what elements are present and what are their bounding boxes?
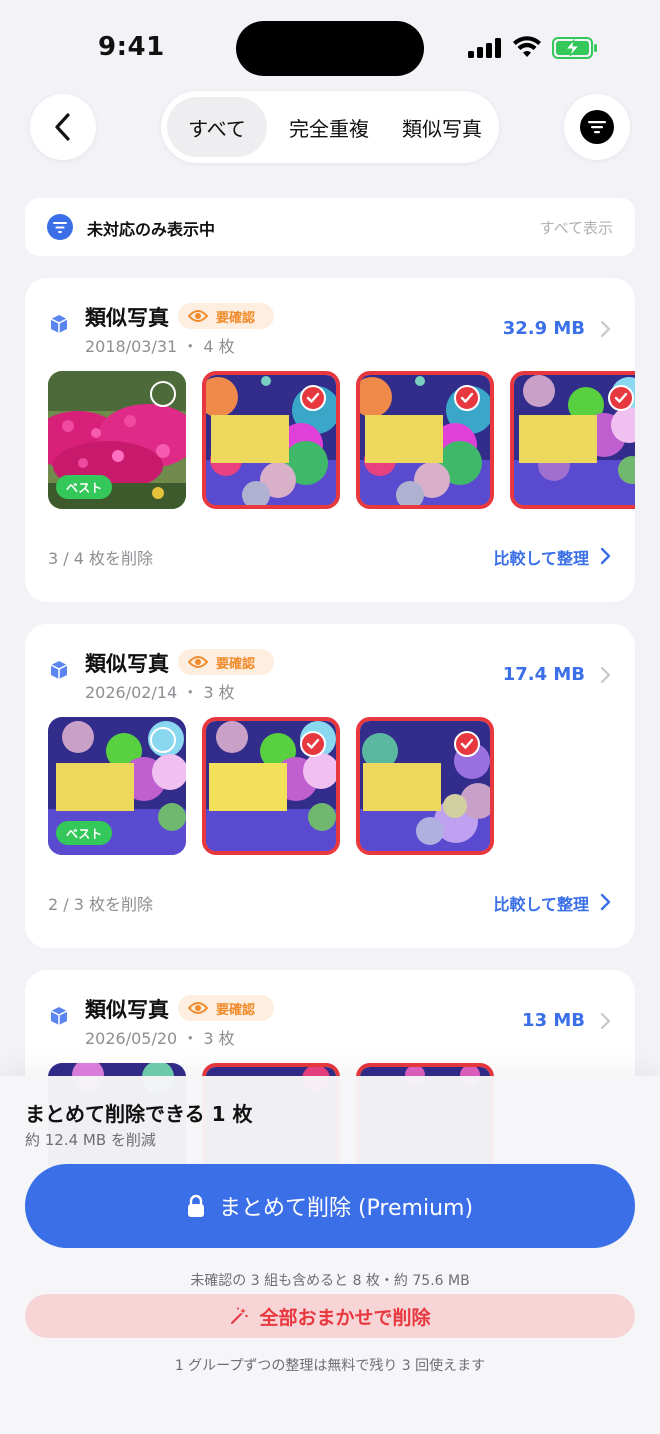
review-badge-label: 要確認 [216,310,256,326]
dynamic-island [236,21,424,76]
checkmark-icon[interactable] [300,731,326,757]
stack-icon [50,315,68,333]
checkmark-icon[interactable] [608,385,634,411]
photo-thumbnail[interactable] [356,717,494,855]
chevron-right-icon [600,320,611,338]
bulk-delete-sheet: まとめて削除できる 1 枚 約 12.4 MB を削減 まとめて削除 (Prem… [0,1076,660,1434]
review-badge: 要確認 [178,649,274,675]
stack-icon [50,1007,68,1025]
photo-thumbnail[interactable] [202,371,340,509]
group-size: 32.9 MB [502,318,585,339]
auto-delete-all-button[interactable]: 全部おまかせで削除 [25,1294,635,1338]
compare-organize-link[interactable]: 比較して整理 [493,545,589,569]
group-card[interactable]: 類似写真 要確認 2018/03/31 ・ 4 枚 32.9 MB ベスト 3 … [25,278,635,602]
bulk-delete-title: まとめて削除できる 1 枚 [25,1102,253,1126]
delete-summary: 3 / 4 枚を削除 [48,549,154,568]
review-badge: 要確認 [178,303,274,329]
photo-strip: ベスト [48,717,635,857]
unconfirmed-groups-note: 未確認の 3 組も含めると 8 枚・約 75.6 MB [190,1273,470,1289]
group-title: 類似写真 [85,652,169,676]
status-time: 9:41 [98,32,165,62]
battery-charging-icon [552,37,597,59]
bulk-delete-premium-label: まとめて削除 (Premium) [218,1196,474,1221]
review-badge-label: 要確認 [216,656,256,672]
photo-strip: ベスト [48,371,635,511]
eye-icon [188,310,208,322]
status-bar: 9:41 [0,0,660,90]
tab-all[interactable]: すべて [167,97,267,157]
group-date-count: 2018/03/31 ・ 4 枚 [85,337,235,356]
auto-delete-all-label: 全部おまかせで削除 [259,1306,431,1329]
best-badge: ベスト [56,821,113,845]
photo-thumbnail[interactable] [202,717,340,855]
filter-icon [580,110,614,144]
group-size: 13 MB [522,1010,585,1031]
group-date-count: 2026/05/20 ・ 3 枚 [85,1029,235,1048]
back-button[interactable] [30,94,96,160]
free-uses-remaining-note: 1 グループずつの整理は無料で残り 3 回使えます [174,1358,486,1374]
bulk-delete-premium-button[interactable]: まとめて削除 (Premium) [25,1164,635,1248]
photo-thumbnail[interactable] [510,371,635,509]
filter-lines-icon [47,214,73,240]
cellular-signal-icon [468,38,501,58]
photo-thumbnail[interactable]: ベスト [48,371,186,509]
chevron-right-icon [600,1012,611,1030]
bulk-delete-savings: 約 12.4 MB を削減 [25,1131,156,1149]
checkmark-icon[interactable] [454,731,480,757]
group-title: 類似写真 [85,306,169,330]
selection-circle-icon[interactable] [150,727,176,753]
chevron-right-icon [600,893,611,911]
group-card[interactable]: 類似写真 要確認 2026/02/14 ・ 3 枚 17.4 MB ベスト 2 … [25,624,635,948]
wifi-icon [513,36,541,57]
selection-circle-icon[interactable] [150,381,176,407]
filter-status-text: 未対応のみ表示中 [87,220,216,239]
delete-summary: 2 / 3 枚を削除 [48,895,154,914]
photo-thumbnail[interactable]: ベスト [48,717,186,855]
lock-icon [187,1194,204,1217]
stack-icon [50,661,68,679]
tab-exact-duplicates[interactable]: 完全重複 [273,97,385,157]
group-size: 17.4 MB [502,664,585,685]
filter-button[interactable] [564,94,630,160]
show-all-link[interactable]: すべて表示 [540,217,613,238]
magic-wand-icon [231,1307,249,1324]
best-badge: ベスト [56,475,113,499]
group-date-count: 2026/02/14 ・ 3 枚 [85,683,235,702]
tab-similar-photos[interactable]: 類似写真 [387,97,497,157]
eye-icon [188,1002,208,1014]
group-title: 類似写真 [85,998,169,1022]
review-badge: 要確認 [178,995,274,1021]
compare-organize-link[interactable]: 比較して整理 [493,891,589,915]
category-segmented-control: すべて 完全重複 類似写真 [161,91,499,163]
review-badge-label: 要確認 [216,1002,256,1018]
filter-status-banner: 未対応のみ表示中 すべて表示 [25,198,635,256]
photo-thumbnail[interactable] [356,371,494,509]
chevron-right-icon [600,666,611,684]
chevron-left-icon [55,113,70,141]
chevron-right-icon [600,547,611,565]
eye-icon [188,656,208,668]
checkmark-icon[interactable] [300,385,326,411]
checkmark-icon[interactable] [454,385,480,411]
